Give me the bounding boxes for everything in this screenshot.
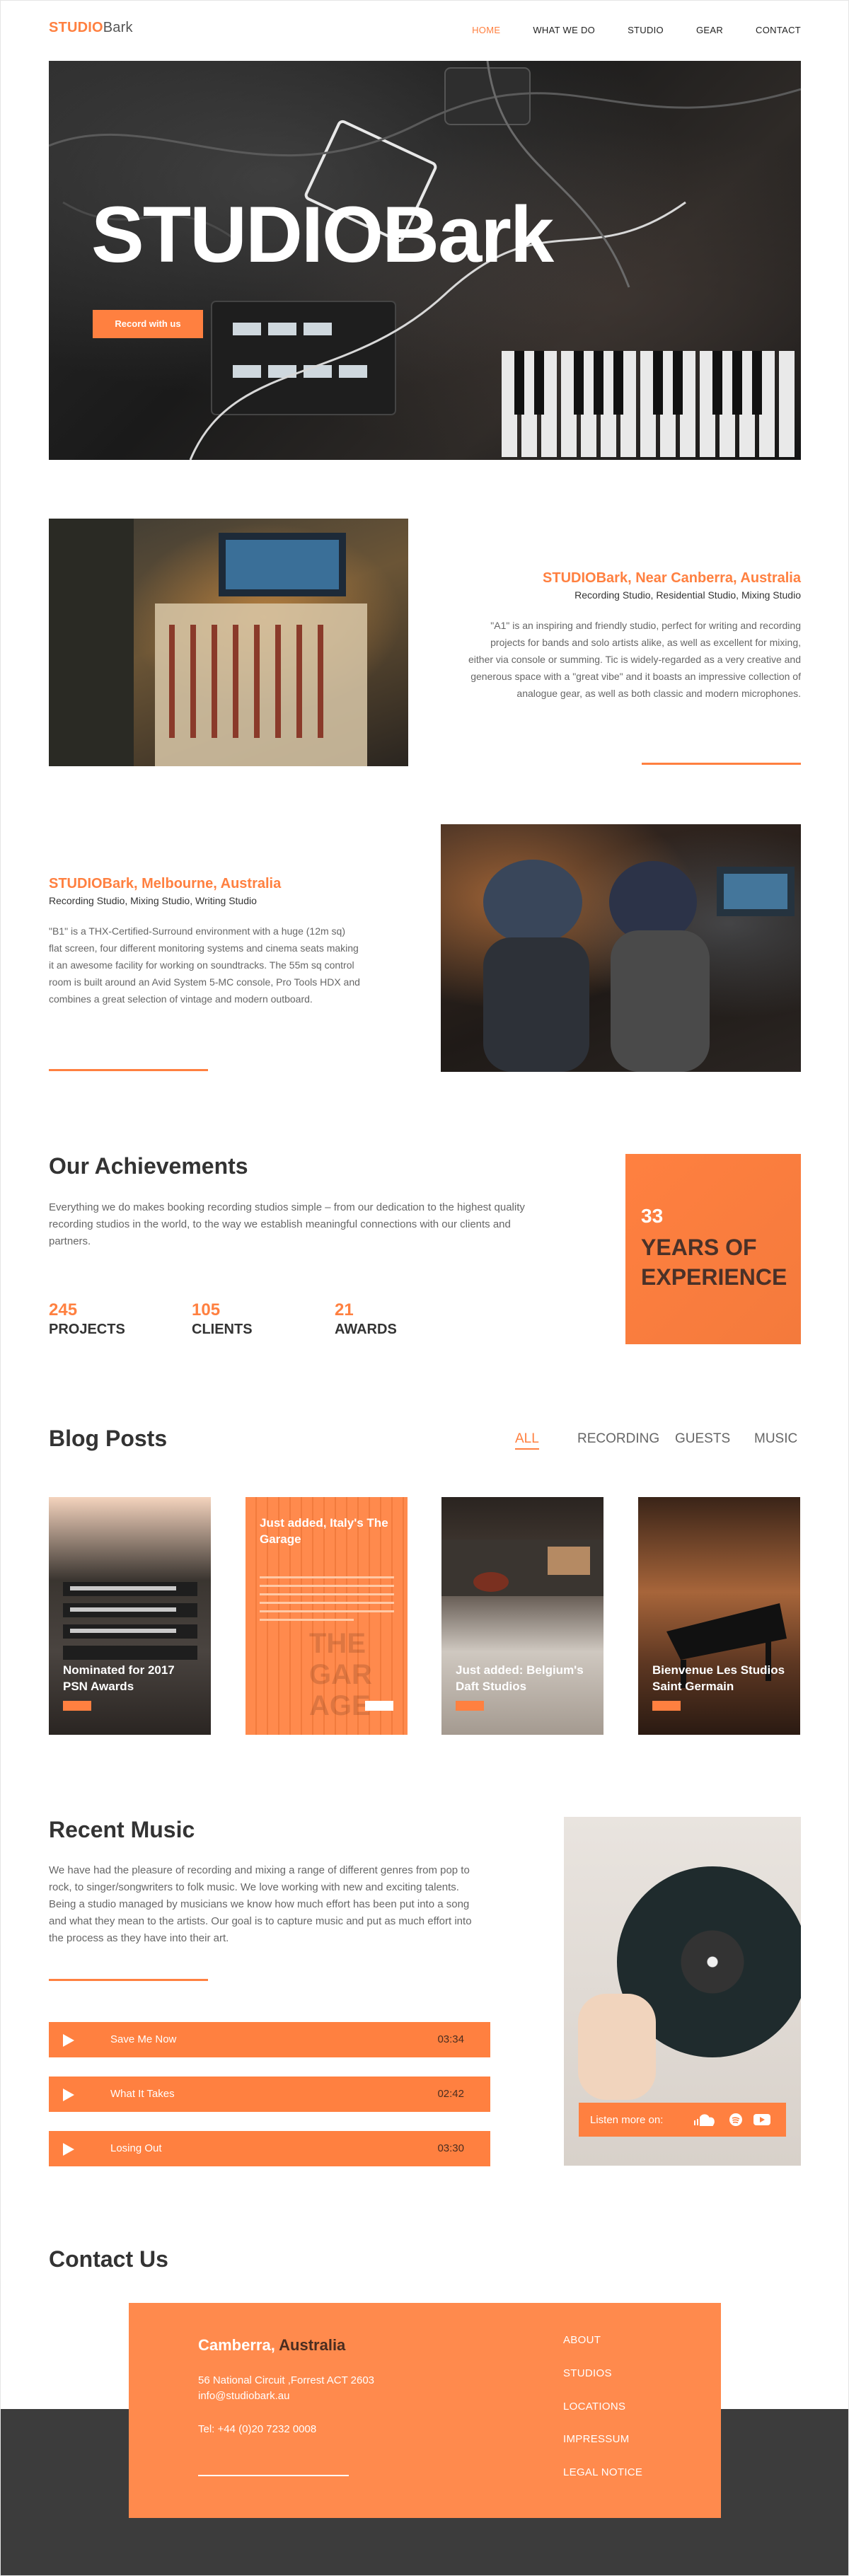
studio-canberra-subtitle: Recording Studio, Residential Studio, Mi… — [574, 589, 801, 601]
divider — [198, 2475, 349, 2476]
filter-all[interactable]: ALL — [515, 1431, 539, 1450]
experience-line1: YEARS OF — [641, 1235, 757, 1260]
blog-card-title: Nominated for 2017 PSN Awards — [63, 1663, 175, 1693]
play-icon[interactable] — [63, 2143, 74, 2156]
nav-gear[interactable]: GEAR — [696, 25, 723, 35]
stat-label: CLIENTS — [192, 1322, 253, 1337]
experience-number: 33 — [641, 1205, 664, 1227]
contact-card: Camberra, Australia 56 National Circuit … — [129, 2303, 721, 2518]
track-row[interactable]: What It Takes 02:42 — [49, 2077, 490, 2112]
site-logo[interactable]: STUDIOBark — [49, 20, 133, 36]
youtube-icon[interactable] — [753, 2113, 771, 2127]
track-row[interactable]: Losing Out 03:30 — [49, 2131, 490, 2166]
contact-address: 56 National Circuit ,Forrest ACT 2603 — [198, 2374, 375, 2386]
experience-line2: EXPERIENCE — [641, 1264, 787, 1290]
studio-melbourne-photo — [441, 824, 801, 1072]
contact-location: Camberra, Australia — [198, 2336, 345, 2355]
track-time: 03:34 — [437, 2033, 464, 2045]
logo-part1: STUDIO — [49, 20, 103, 35]
studio-canberra-text: "A1" is an inspiring and friendly studio… — [468, 620, 801, 699]
stat-number: 21 — [335, 1300, 354, 1319]
blog-card-title: Bienvenue Les Studios Saint Germain — [652, 1663, 785, 1693]
main-nav: HOME WHAT WE DO STUDIO GEAR CONTACT — [439, 25, 801, 35]
hand — [578, 1994, 656, 2100]
recent-music-text: We have had the pleasure of recording an… — [49, 1864, 472, 1944]
footer-link-impressum[interactable]: IMPRESSUM — [563, 2433, 630, 2445]
listen-more-bar: Listen more on: — [579, 2103, 786, 2137]
achievements-text: Everything we do makes booking recording… — [49, 1201, 525, 1247]
stat-label: AWARDS — [335, 1322, 397, 1337]
studio-canberra-title: STUDIOBark, Near Canberra, Australia — [543, 570, 801, 586]
logo-part2: Bark — [103, 20, 133, 35]
play-icon[interactable] — [63, 2089, 74, 2101]
footer-link-legal-notice[interactable]: LEGAL NOTICE — [563, 2466, 642, 2478]
contact-heading: Contact Us — [49, 2246, 168, 2272]
studio-melbourne-title: STUDIOBark, Melbourne, Australia — [49, 876, 282, 891]
blog-card[interactable]: Nominated for 2017 PSN Awards — [49, 1497, 211, 1735]
stat-number: 245 — [49, 1300, 78, 1319]
listen-more-label: Listen more on: — [590, 2114, 664, 2126]
filter-guests[interactable]: GUESTS — [675, 1431, 730, 1447]
blog-heading: Blog Posts — [49, 1426, 168, 1451]
blog-card-excerpt — [260, 1576, 394, 1627]
filter-music[interactable]: MUSIC — [754, 1431, 797, 1447]
play-icon[interactable] — [63, 2034, 74, 2047]
nav-home[interactable]: HOME — [472, 25, 500, 35]
stat-number: 105 — [192, 1300, 221, 1319]
read-more-button[interactable] — [652, 1701, 681, 1711]
track-name: What It Takes — [110, 2088, 175, 2100]
achievements-heading: Our Achievements — [49, 1153, 248, 1179]
track-name: Save Me Now — [110, 2033, 177, 2045]
blog-card[interactable]: Just added: Belgium's Daft Studios — [441, 1497, 603, 1735]
record-with-us-button[interactable]: Record with us — [93, 310, 203, 338]
track-time: 02:42 — [437, 2088, 464, 2100]
divider — [642, 763, 801, 765]
track-row[interactable]: Save Me Now 03:34 — [49, 2022, 490, 2057]
vinyl-photo: Listen more on: — [564, 1817, 801, 2166]
stat-projects: 245 PROJECTS — [49, 1300, 125, 1338]
blog-card-photo — [666, 1603, 787, 1688]
stat-label: PROJECTS — [49, 1322, 125, 1337]
contact-phone[interactable]: Tel: +44 (0)20 7232 0008 — [198, 2423, 316, 2435]
spotify-icon[interactable] — [729, 2113, 743, 2127]
studio-melbourne-text: "B1" is a THX-Certified-Surround environ… — [49, 925, 360, 1005]
contact-email[interactable]: info@studiobark.au — [198, 2390, 289, 2402]
track-time: 03:30 — [437, 2142, 464, 2154]
hero-banner: STUDIOBark Record with us — [49, 61, 801, 460]
blog-card-title: Just added: Belgium's Daft Studios — [456, 1663, 584, 1693]
recent-music-heading: Recent Music — [49, 1817, 195, 1842]
track-name: Losing Out — [110, 2142, 162, 2154]
divider — [49, 1979, 208, 1981]
contact-city: Camberra, — [198, 2336, 275, 2354]
blog-card[interactable]: Just added, Italy's The Garage THE GAR A… — [246, 1497, 408, 1735]
stat-clients: 105 CLIENTS — [192, 1300, 253, 1338]
filter-recording[interactable]: RECORDING — [577, 1431, 659, 1447]
site-header: STUDIOBark HOME WHAT WE DO STUDIO GEAR C… — [0, 0, 849, 61]
read-more-button[interactable] — [456, 1701, 484, 1711]
blog-card-title: Just added, Italy's The Garage — [260, 1516, 388, 1546]
contact-country: Australia — [279, 2336, 346, 2354]
nav-contact[interactable]: CONTACT — [756, 25, 801, 35]
nav-what-we-do[interactable]: WHAT WE DO — [533, 25, 595, 35]
blog-card-photo — [63, 1582, 197, 1660]
stat-awards: 21 AWARDS — [335, 1300, 397, 1338]
hero-title: STUDIOBark — [91, 190, 554, 279]
footer-link-locations[interactable]: LOCATIONS — [563, 2401, 625, 2413]
experience-box: 33 YEARS OF EXPERIENCE — [625, 1154, 801, 1344]
studio-melbourne-subtitle: Recording Studio, Mixing Studio, Writing… — [49, 895, 257, 906]
nav-studio[interactable]: STUDIO — [628, 25, 664, 35]
soundcloud-icon[interactable] — [692, 2113, 716, 2127]
studio-canberra-photo — [49, 519, 408, 766]
footer-link-about[interactable]: ABOUT — [563, 2334, 601, 2346]
divider — [49, 1069, 208, 1071]
read-more-button[interactable] — [63, 1701, 91, 1711]
blog-card[interactable]: Bienvenue Les Studios Saint Germain — [638, 1497, 800, 1735]
read-more-button[interactable] — [365, 1701, 393, 1711]
footer-link-studios[interactable]: STUDIOS — [563, 2367, 612, 2379]
blog-card-photo — [441, 1540, 603, 1596]
